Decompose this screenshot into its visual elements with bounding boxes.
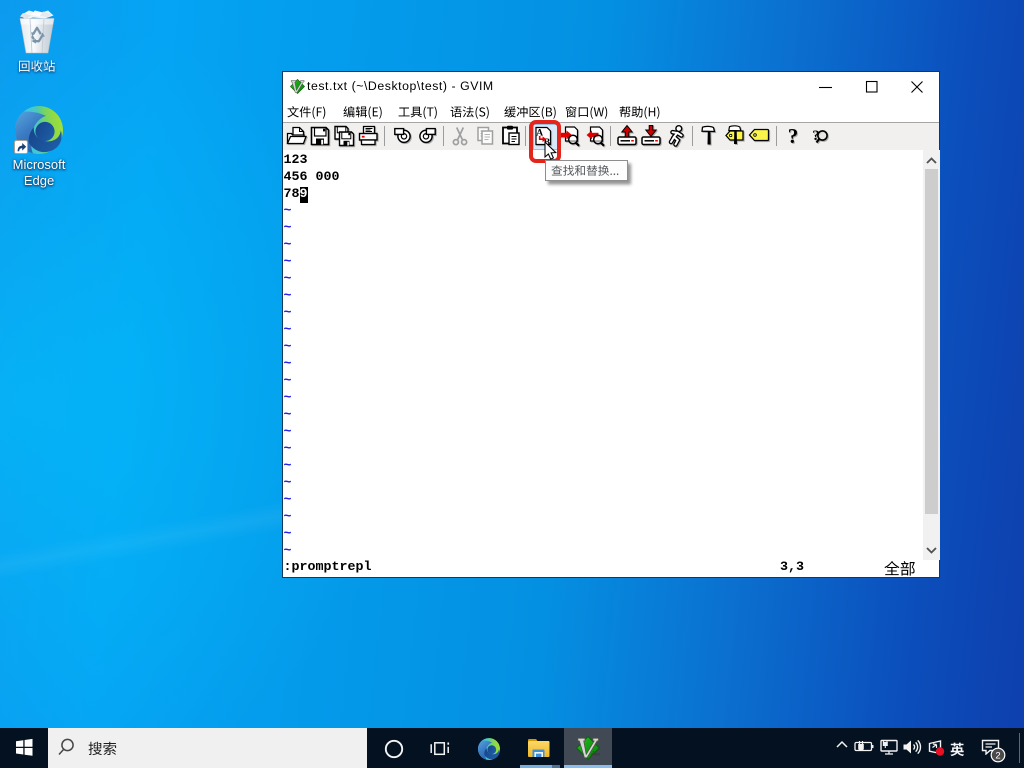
svg-text:?: ? [788, 124, 799, 148]
svg-text:2: 2 [995, 751, 1000, 762]
